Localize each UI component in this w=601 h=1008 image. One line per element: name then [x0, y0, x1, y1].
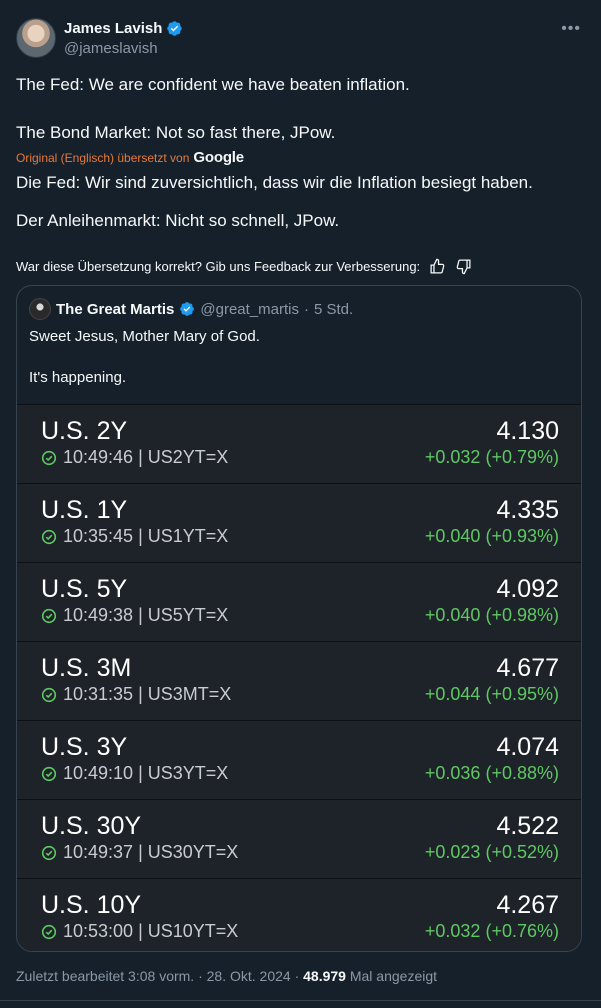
clock-icon — [41, 450, 57, 466]
instrument-time-symbol: 10:49:10 | US3YT=X — [63, 763, 229, 783]
instrument-change: +0.040 (+0.98%) — [424, 605, 559, 625]
author-avatar[interactable] — [16, 18, 56, 58]
instrument-time-symbol: 10:35:45 | US1YT=X — [63, 526, 229, 546]
instrument-meta: 10:49:46 | US2YT=X — [41, 447, 228, 468]
thumbs-up-icon[interactable] — [428, 257, 446, 275]
instrument-time-symbol: 10:49:37 | US30YT=X — [63, 842, 239, 862]
instrument-change: +0.023 (+0.52%) — [424, 842, 559, 862]
instrument-meta: 10:53:00 | US10YT=X — [41, 921, 238, 942]
instrument-change: +0.032 (+0.79%) — [424, 447, 559, 467]
clock-icon — [41, 608, 57, 624]
instrument-meta: 10:49:10 | US3YT=X — [41, 763, 228, 784]
instrument-price: 4.074 — [496, 733, 559, 761]
instrument-price: 4.677 — [496, 654, 559, 682]
instrument-time-symbol: 10:49:38 | US5YT=X — [63, 605, 229, 625]
quoted-text-line-1: Sweet Jesus, Mother Mary of God. — [29, 328, 260, 345]
views-count: 48.979 — [303, 968, 346, 984]
quoted-tweet[interactable]: The Great Martis @great_martis · 5 Std. … — [16, 285, 582, 952]
bond-yield-table: U.S. 2Y 10:49:46 | US2YT=X 4.130 +0.032 (+0… — [17, 404, 581, 951]
quoted-text-line-2: It's happening. — [29, 369, 127, 386]
separator-dot: · — [303, 300, 309, 318]
instrument-name: U.S. 5Y — [41, 575, 128, 603]
thumbs-down-icon[interactable] — [454, 257, 472, 275]
table-row: U.S. 30Y 10:49:37 | US30YT=X 4.522 +0.023 (… — [17, 799, 581, 878]
table-row: U.S. 2Y 10:49:46 | US2YT=X 4.130 +0.032 (+0… — [17, 404, 581, 483]
clock-icon — [41, 766, 57, 782]
instrument-price: 4.267 — [496, 891, 559, 919]
divider — [0, 1000, 601, 1001]
clock-icon — [41, 529, 57, 545]
tweet-footer: Zuletzt bearbeitet 3:08 vorm. · 28. Okt.… — [16, 968, 437, 984]
instrument-name: U.S. 10Y — [41, 891, 142, 919]
table-row: U.S. 5Y 10:49:38 | US5YT=X 4.092 +0.040 (+0… — [17, 562, 581, 641]
instrument-change: +0.032 (+0.76%) — [424, 921, 559, 941]
instrument-meta: 10:35:45 | US1YT=X — [41, 526, 228, 547]
author-name[interactable]: James Lavish — [64, 20, 162, 37]
instrument-price: 4.522 — [496, 812, 559, 840]
instrument-name: U.S. 1Y — [41, 496, 128, 524]
instrument-name: U.S. 3M — [41, 654, 132, 682]
google-logo: Google — [193, 149, 244, 166]
instrument-change: +0.044 (+0.95%) — [424, 684, 559, 704]
feedback-prompt: War diese Übersetzung korrekt? Gib uns F… — [16, 258, 421, 274]
quoted-author-avatar[interactable] — [29, 298, 51, 320]
tweet-text-line-1: The Fed: We are confident we have beaten… — [16, 75, 410, 94]
translated-text-line-1: Die Fed: Wir sind zuversichtlich, dass w… — [16, 173, 533, 192]
instrument-time-symbol: 10:53:00 | US10YT=X — [63, 921, 239, 941]
edited-timestamp[interactable]: Zuletzt bearbeitet 3:08 vorm. · 28. Okt.… — [16, 968, 299, 984]
translation-note: Original (Englisch) übersetzt von Google — [16, 149, 244, 166]
quoted-author-handle[interactable]: @great_martis — [200, 301, 299, 318]
verified-badge-icon — [167, 21, 183, 36]
clock-icon — [41, 687, 57, 703]
instrument-price: 4.335 — [496, 496, 559, 524]
instrument-meta: 10:49:37 | US30YT=X — [41, 842, 238, 863]
instrument-change: +0.036 (+0.88%) — [424, 763, 559, 783]
instrument-price: 4.092 — [496, 575, 559, 603]
more-horizontal-icon[interactable]: ••• — [561, 20, 581, 38]
table-row: U.S. 10Y 10:53:00 | US10YT=X 4.267 +0.032 (… — [17, 878, 581, 951]
views-label: Mal angezeigt — [349, 968, 438, 984]
author-name-row: James Lavish — [64, 20, 183, 37]
quoted-tweet-header: The Great Martis @great_martis · 5 Std. — [29, 298, 353, 320]
instrument-price: 4.130 — [496, 417, 559, 445]
clock-icon — [41, 924, 57, 940]
table-row: U.S. 3M 10:31:35 | US3MT=X 4.677 +0.044 (+0… — [17, 641, 581, 720]
instrument-meta: 10:49:38 | US5YT=X — [41, 605, 228, 626]
translation-note-label[interactable]: Original (Englisch) übersetzt von — [16, 151, 189, 165]
tweet-header: James Lavish @jameslavish ••• — [16, 18, 585, 60]
quoted-author-name[interactable]: The Great Martis — [56, 301, 174, 318]
table-row: U.S. 1Y 10:35:45 | US1YT=X 4.335 +0.040 (+0… — [17, 483, 581, 562]
instrument-name: U.S. 2Y — [41, 417, 128, 445]
clock-icon — [41, 845, 57, 861]
tweet-text-line-2: The Bond Market: Not so fast there, JPow… — [16, 123, 336, 142]
translated-text-line-2: Der Anleihenmarkt: Nicht so schnell, JPo… — [16, 211, 340, 230]
quoted-timestamp[interactable]: 5 Std. — [314, 301, 353, 318]
instrument-time-symbol: 10:31:35 | US3MT=X — [63, 684, 232, 704]
instrument-meta: 10:31:35 | US3MT=X — [41, 684, 231, 705]
translation-feedback: War diese Übersetzung korrekt? Gib uns F… — [16, 257, 472, 275]
instrument-time-symbol: 10:49:46 | US2YT=X — [63, 447, 229, 467]
table-row: U.S. 3Y 10:49:10 | US3YT=X 4.074 +0.036 (+0… — [17, 720, 581, 799]
verified-badge-icon — [180, 302, 195, 316]
instrument-name: U.S. 30Y — [41, 812, 142, 840]
instrument-change: +0.040 (+0.93%) — [424, 526, 559, 546]
instrument-name: U.S. 3Y — [41, 733, 128, 761]
author-handle[interactable]: @jameslavish — [64, 40, 158, 57]
